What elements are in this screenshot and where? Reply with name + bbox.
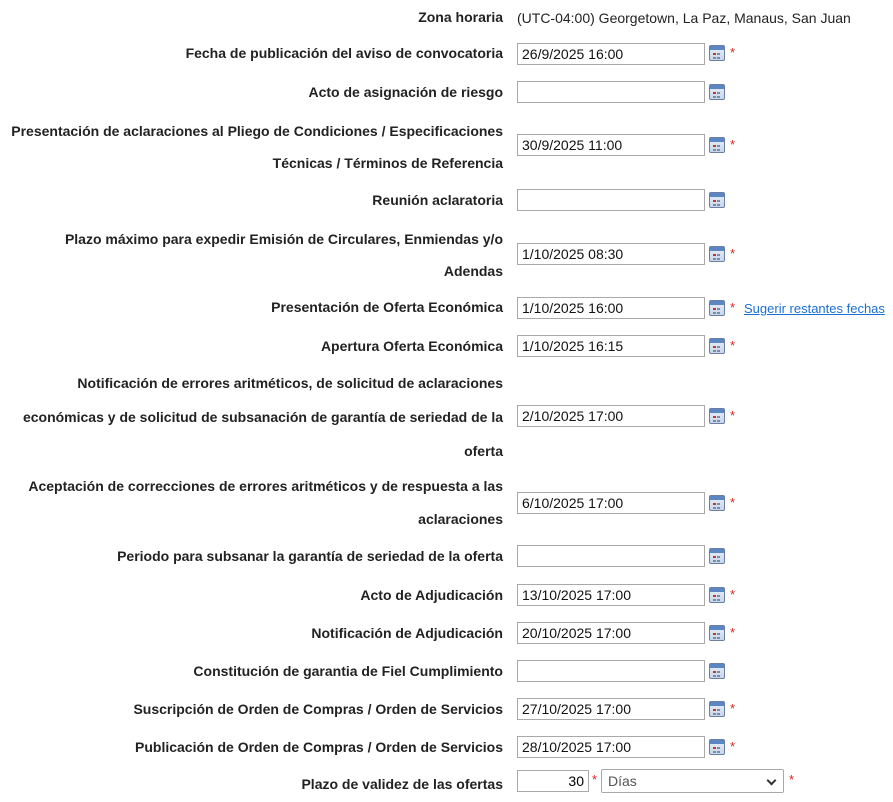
calendar-icon[interactable]: [709, 45, 725, 61]
label-acto-asignacion-riesgo: Acto de asignación de riesgo: [308, 84, 504, 100]
periodo-subsanar-input[interactable]: [517, 545, 705, 567]
suscripcion-orden-input[interactable]: [517, 698, 705, 720]
label-presentacion-oferta: Presentación de Oferta Económica: [271, 299, 503, 315]
calendar-icon[interactable]: [709, 663, 725, 679]
apertura-oferta-input[interactable]: [517, 335, 705, 357]
label-apertura-oferta: Apertura Oferta Económica: [320, 338, 503, 354]
required-marker: *: [730, 338, 736, 353]
required-marker: *: [730, 246, 736, 261]
required-marker: *: [730, 587, 736, 602]
reunion-aclaratoria-input[interactable]: [517, 189, 705, 211]
unidad-plazo-select[interactable]: Días: [601, 769, 784, 793]
calendar-icon[interactable]: [709, 548, 725, 564]
calendar-icon[interactable]: [709, 625, 725, 641]
unidad-plazo-value: Días: [608, 773, 637, 789]
calendar-icon[interactable]: [709, 495, 725, 511]
calendar-icon[interactable]: [709, 246, 725, 262]
required-marker: *: [789, 772, 795, 787]
label-acto-adjudicacion: Acto de Adjudicación: [360, 587, 503, 603]
fecha-publicacion-input[interactable]: [517, 43, 705, 65]
calendar-icon[interactable]: [709, 739, 725, 755]
timezone-label: Zona horaria: [418, 9, 503, 25]
calendar-icon[interactable]: [709, 338, 725, 354]
label-plazo-circulares: Plazo máximo para expedir Emisión de Cir…: [64, 231, 503, 279]
label-notificacion-adjudicacion: Notificación de Adjudicación: [311, 625, 503, 641]
required-marker: *: [730, 408, 736, 423]
plazo-circulares-input[interactable]: [517, 243, 705, 265]
calendar-icon[interactable]: [709, 137, 725, 153]
required-marker: *: [730, 495, 736, 510]
acto-asignacion-riesgo-input[interactable]: [517, 81, 705, 103]
label-periodo-subsanar: Periodo para subsanar la garantía de ser…: [117, 548, 503, 564]
required-marker: *: [730, 701, 736, 716]
presentacion-oferta-input[interactable]: [517, 297, 705, 319]
label-plazo-validez: Plazo de validez de las ofertas: [301, 776, 503, 792]
calendar-icon[interactable]: [709, 84, 725, 100]
label-notificacion-errores: Notificación de errores aritméticos, de …: [22, 375, 503, 459]
acto-adjudicacion-input[interactable]: [517, 584, 705, 606]
chevron-down-icon: [766, 775, 777, 786]
calendar-icon[interactable]: [709, 587, 725, 603]
timezone-value: (UTC-04:00) Georgetown, La Paz, Manaus, …: [517, 10, 851, 26]
plazo-validez-input[interactable]: [517, 770, 589, 792]
publicacion-orden-input[interactable]: [517, 736, 705, 758]
calendar-icon[interactable]: [709, 192, 725, 208]
notificacion-errores-input[interactable]: [517, 405, 705, 427]
label-fecha-publicacion: Fecha de publicación del aviso de convoc…: [185, 45, 503, 61]
aceptacion-correcciones-input[interactable]: [517, 492, 705, 514]
label-reunion-aclaratoria: Reunión aclaratoria: [372, 192, 503, 208]
required-marker: *: [730, 739, 736, 754]
presentacion-aclaraciones-input[interactable]: [517, 134, 705, 156]
required-marker: *: [730, 137, 736, 152]
calendar-icon[interactable]: [709, 408, 725, 424]
garantia-fiel-cumplimiento-input[interactable]: [517, 660, 705, 682]
label-publicacion-orden: Publicación de Orden de Compras / Orden …: [135, 739, 503, 755]
required-marker: *: [592, 772, 598, 787]
label-garantia-fiel-cumplimiento: Constitución de garantia de Fiel Cumplim…: [193, 663, 503, 679]
calendar-icon[interactable]: [709, 300, 725, 316]
calendar-icon[interactable]: [709, 701, 725, 717]
sugerir-fechas-link[interactable]: Sugerir restantes fechas: [744, 299, 885, 319]
label-suscripcion-orden: Suscripción de Orden de Compras / Orden …: [133, 701, 503, 717]
required-marker: *: [730, 625, 736, 640]
label-presentacion-aclaraciones: Presentación de aclaraciones al Pliego d…: [11, 123, 503, 171]
notificacion-adjudicacion-input[interactable]: [517, 622, 705, 644]
required-marker: *: [730, 45, 736, 60]
required-marker: *: [730, 300, 736, 315]
label-aceptacion-correcciones: Aceptación de correcciones de errores ar…: [28, 478, 503, 527]
